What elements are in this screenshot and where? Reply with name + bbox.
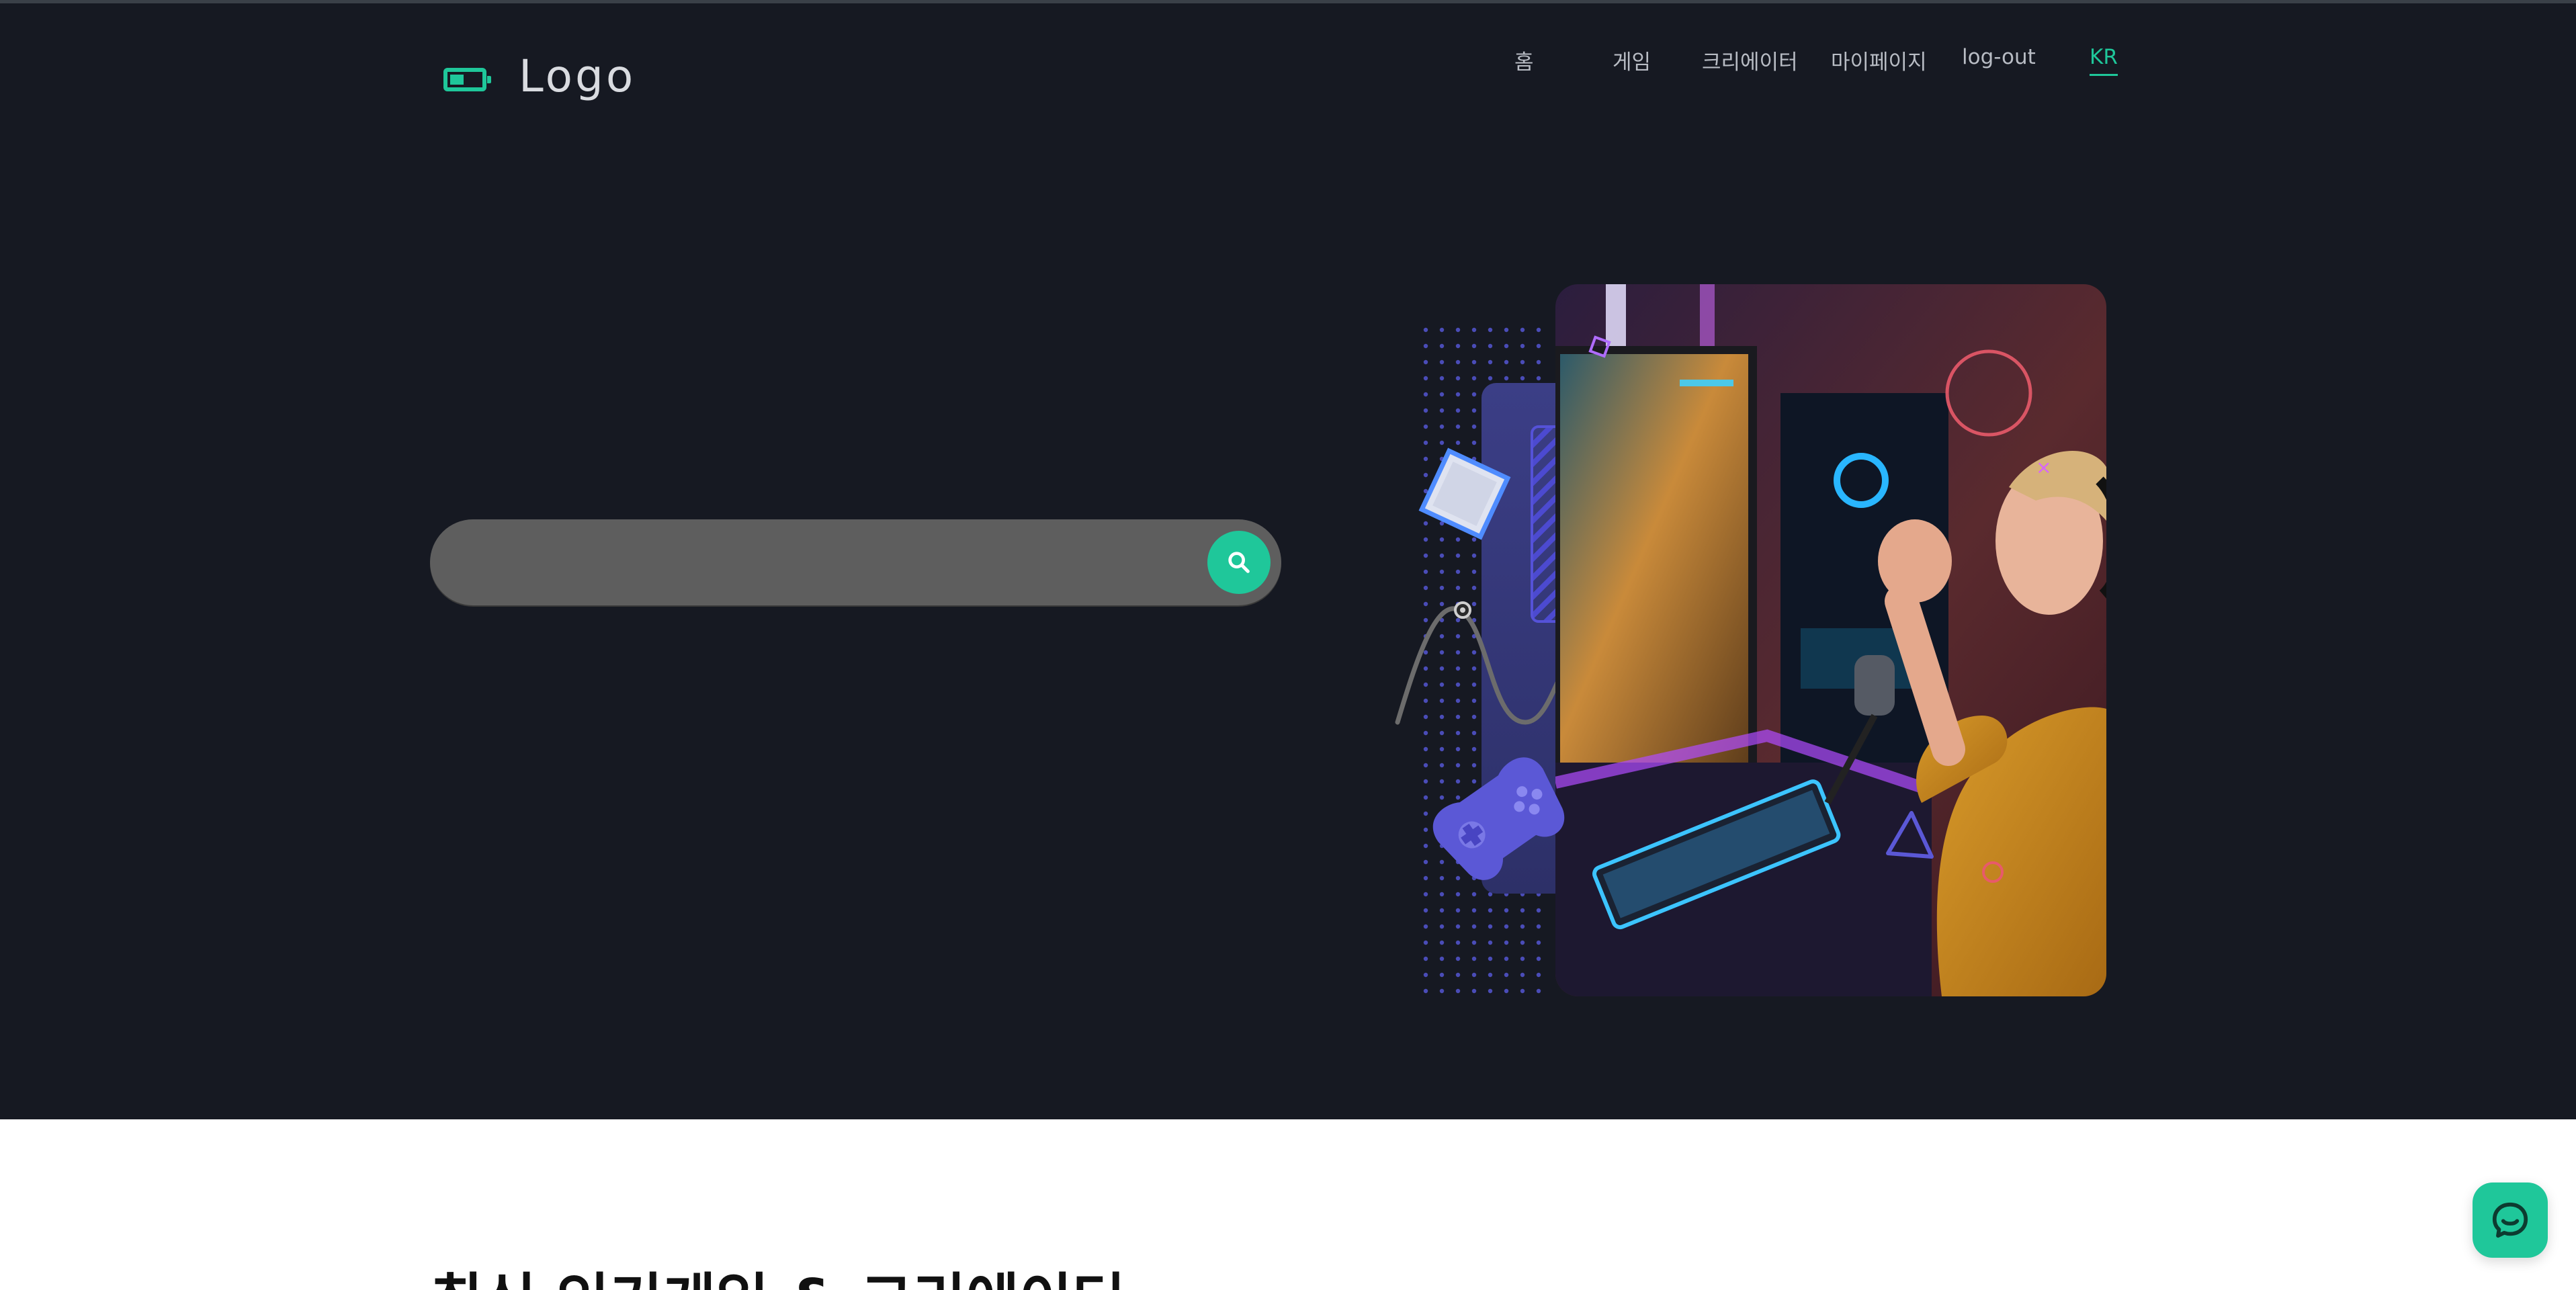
gamer-illustration: × bbox=[1395, 284, 2106, 1004]
search-input[interactable] bbox=[470, 538, 1156, 587]
hero-section: Logo 홈 게임 크리에이터 마이페이지 log-out KR × bbox=[0, 0, 2576, 1119]
nav-language[interactable]: KR bbox=[2090, 45, 2118, 76]
chat-icon bbox=[2492, 1202, 2528, 1238]
nav-mypage[interactable]: 마이페이지 bbox=[1831, 45, 1927, 75]
main-nav: 홈 게임 크리에이터 마이페이지 log-out KR bbox=[0, 45, 2576, 79]
chat-button[interactable] bbox=[2473, 1182, 2548, 1258]
nav-logout[interactable]: log-out bbox=[1962, 45, 2036, 69]
search-bar bbox=[430, 519, 1281, 605]
section-title: 최신 인기게임 & 크리에이터 bbox=[430, 1253, 1125, 1290]
search-icon bbox=[1228, 552, 1250, 573]
nav-game[interactable]: 게임 bbox=[1613, 45, 1651, 75]
nav-creator[interactable]: 크리에이터 bbox=[1702, 45, 1798, 75]
svg-text:×: × bbox=[2036, 456, 2051, 478]
nav-home[interactable]: 홈 bbox=[1514, 45, 1534, 75]
search-button[interactable] bbox=[1207, 531, 1271, 594]
